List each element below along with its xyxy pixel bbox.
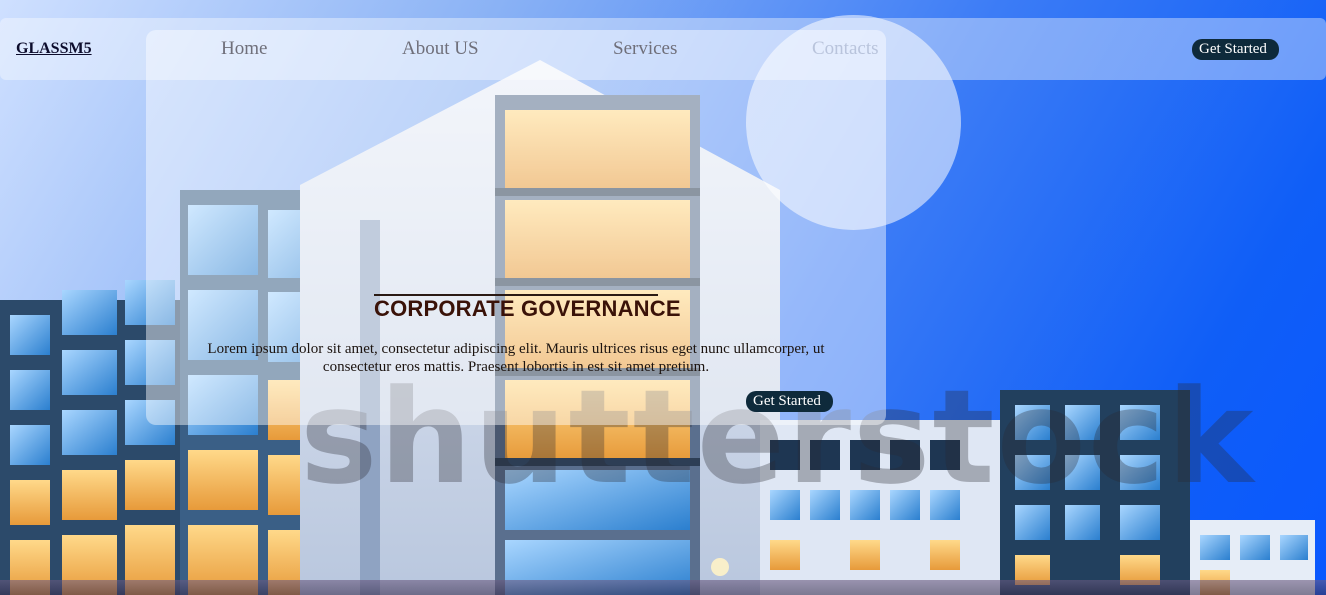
nav-link-home[interactable]: Home: [221, 38, 267, 60]
nav-link-about[interactable]: About US: [402, 38, 479, 60]
brand-logo-link[interactable]: GLASSM5: [16, 40, 92, 58]
hero-title: CORPORATE GOVERNANCE: [374, 296, 681, 321]
nav-link-contacts[interactable]: Contacts: [812, 38, 879, 60]
get-started-button-nav[interactable]: Get Started: [1192, 39, 1279, 60]
get-started-button-hero[interactable]: Get Started: [746, 391, 833, 412]
landing-page: shutterstock GLASSM5 Home About US Servi…: [0, 0, 1326, 595]
hero-body-text: Lorem ipsum dolor sit amet, consectetur …: [207, 341, 825, 375]
nav-link-services[interactable]: Services: [613, 38, 677, 60]
